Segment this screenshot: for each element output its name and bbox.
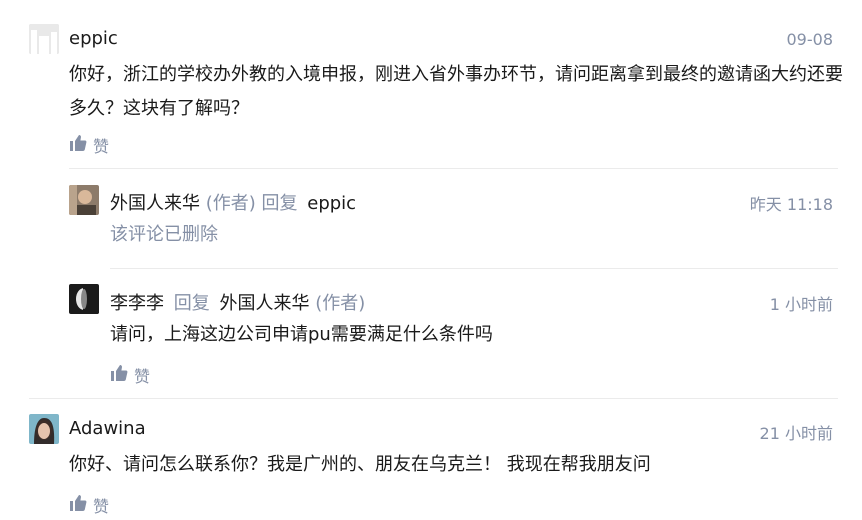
comment-author[interactable]: eppic	[69, 28, 118, 49]
like-button[interactable]: 赞	[69, 133, 109, 157]
comment-text: 你好、请问怎么联系你？我是广州的、朋友在乌克兰！ 我现在帮我朋友问	[69, 454, 651, 475]
deleted-text: 该评论已删除	[110, 224, 218, 245]
comment-author[interactable]: Adawina	[69, 418, 146, 439]
like-label: 赞	[93, 137, 110, 156]
thumbs-up-icon	[110, 364, 128, 386]
thumbs-up-icon	[69, 134, 87, 156]
divider	[29, 398, 838, 399]
author-tag: (作者)	[205, 193, 256, 214]
like-label: 赞	[93, 497, 110, 516]
like-button[interactable]: 赞	[69, 493, 109, 517]
reply-author[interactable]: 李李李	[110, 293, 164, 314]
reply-header: 李李李 回复 外国人来华 (作者)	[110, 289, 365, 315]
reply-to[interactable]: 外国人来华	[219, 293, 309, 314]
like-button[interactable]: 赞	[110, 363, 150, 387]
avatar[interactable]	[69, 185, 99, 215]
comment-time: 21 小时前	[759, 424, 833, 443]
divider	[69, 168, 838, 169]
reply-word: 回复	[173, 293, 210, 314]
thumbs-up-icon	[69, 494, 87, 516]
reply-author[interactable]: 外国人来华	[110, 193, 200, 214]
reply-to[interactable]: eppic	[307, 193, 356, 214]
avatar[interactable]	[29, 414, 59, 444]
reply-header: 外国人来华 (作者) 回复 eppic	[110, 189, 356, 215]
comment-time: 09-08	[786, 30, 834, 49]
avatar[interactable]	[29, 24, 59, 54]
divider	[110, 268, 838, 269]
comment-text: 你好，浙江的学校办外教的入境申报，刚进入省外事办环节，请问距离拿到最终的邀请函大…	[69, 64, 843, 119]
reply-time: 1 小时前	[769, 295, 833, 314]
like-label: 赞	[134, 367, 151, 386]
avatar[interactable]	[69, 284, 99, 314]
reply-text: 请问，上海这边公司申请pu需要满足什么条件吗	[110, 324, 493, 345]
reply-time: 昨天 11:18	[749, 195, 833, 214]
author-tag: (作者)	[315, 293, 366, 314]
reply-word: 回复	[261, 193, 298, 214]
